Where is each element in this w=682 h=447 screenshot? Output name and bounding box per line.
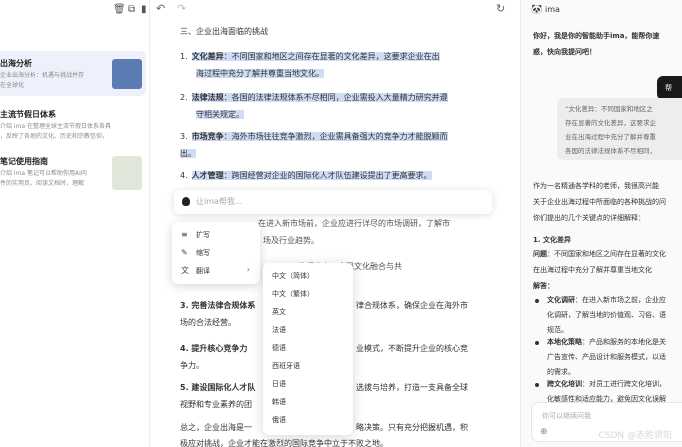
collapse-icon[interactable]: ▮	[141, 4, 147, 16]
answer-line: 作为一名精通各学科的老师，我很高兴能	[533, 182, 659, 190]
note-thumbnail	[112, 59, 142, 89]
answer-line: 在出海过程中充分了解并尊重当地文化	[533, 266, 652, 274]
note-card[interactable]: 主流节假日体系 介绍 ima 在整理全球主流节假日体系各具 ，反映了各地的文化、…	[0, 104, 146, 146]
note-snippet: 企业出海分析：机遇与挑战并存	[0, 72, 85, 79]
note-editor: ↶ ↷ ↻ 三、企业出海面临的挑战 1. 文化差异：不同国家和地区之间存在显著的文…	[150, 0, 520, 447]
list-item-cont: 海过程中充分了解并尊重当地文化。	[196, 69, 324, 78]
answer-bullet-cont: 广告宣传、产品设计和服务模式，以适	[547, 353, 666, 361]
chat-input-placeholder: 你可以继续问我	[542, 412, 591, 420]
translate-icon: 文	[181, 266, 189, 275]
menu-item-shorten[interactable]: ✎ 缩写	[172, 244, 260, 262]
panda-logo-icon: 🐼	[531, 5, 543, 15]
language-option[interactable]: 日语	[263, 375, 353, 393]
language-option[interactable]: 西班牙语	[263, 357, 353, 375]
note-title: 笔记使用指南	[0, 157, 48, 166]
trash-icon[interactable]: 🗑	[113, 4, 126, 16]
language-submenu: 中文（简体） 中文（繁体） 英文 法语 德语 西班牙语 日语 韩语 俄语	[263, 263, 353, 435]
quoted-text: “文化差异：不同国家和地区之 存在显著的文化差异，这要求企 业在出海过程中充分了…	[557, 98, 682, 160]
list-item-rest: 业模式，不断提升企业的核心竞	[356, 344, 468, 353]
answer-bullet: 文化调研：在进入新市场之前，企业应	[547, 296, 666, 304]
answer-line: 你们提出的几个关键点的详细解释：	[533, 214, 645, 222]
language-option[interactable]: 德语	[263, 339, 353, 357]
language-option[interactable]: 英文	[263, 303, 353, 321]
note-snippet: ，反映了各地的文化、历史和宗教信仰，	[0, 133, 109, 140]
attach-icon[interactable]: ⊕	[540, 427, 548, 437]
ai-prompt-placeholder: 让ima帮我...	[196, 197, 243, 206]
refresh-icon[interactable]: ↻	[496, 3, 505, 15]
list-item-cont: 争力。	[180, 361, 204, 370]
list-item: 4. 人才管理：跨国经营对企业的国际化人才队伍建设提出了更高要求。	[180, 171, 432, 180]
paragraph-fragment: 场及行业趋势。	[263, 236, 319, 245]
ima-logo-icon	[182, 197, 190, 206]
user-message-bubble: 帮	[657, 76, 682, 100]
note-thumbnail	[112, 156, 142, 190]
copy-icon[interactable]: ⧉	[128, 4, 135, 16]
note-title: 主流节假日体系	[0, 110, 56, 119]
list-item-cont: 出。	[180, 149, 196, 158]
note-snippet: 介绍 ima 在整理全球主流节假日体系各具	[0, 123, 112, 130]
bullet-dot	[535, 341, 539, 345]
note-snippet: 件的实用页、阅读文档时、理解	[0, 180, 85, 187]
menu-item-translate[interactable]: 文 翻译 ›	[172, 262, 260, 280]
greeting-line: 惑，快向我提问吧！	[533, 48, 596, 56]
menu-item-expand[interactable]: ≡ 扩写	[172, 226, 260, 244]
answer-bullet: 本地化策略：产品和服务的本地化是关	[547, 338, 666, 346]
chevron-right-icon: ›	[246, 265, 250, 274]
assistant-panel: 🐼 ima 你好，我是你的智能助手ima，能帮你速 惑，快向我提问吧！ 帮 “文…	[520, 0, 682, 447]
watermark: CSDN @赤胜骄阳	[598, 431, 672, 441]
ai-prompt-box[interactable]: 让ima帮我...	[174, 190, 492, 214]
list-item-cont: 场的合法经营。	[180, 318, 236, 327]
note-snippet: 介绍 ima 笔记可以帮助你用AI问	[0, 170, 87, 177]
assistant-brand: ima	[545, 5, 560, 14]
answer-line: 问题：不同国家和地区之间存在显著的文化	[533, 250, 666, 258]
ai-action-menu: ≡ 扩写 ✎ 缩写 文 翻译 ›	[172, 222, 260, 284]
answer-line: 关于企业出海过程中所面临的各种挑战的问	[533, 198, 666, 206]
greeting-line: 你好，我是你的智能助手ima，能帮你速	[533, 32, 660, 40]
undo-icon[interactable]: ↶	[156, 3, 165, 15]
notes-sidebar: 🗑 ⧉ ▮ 出海分析 企业出海分析：机遇与挑战并存 在全球化 主流节假日体系 介…	[0, 0, 150, 447]
shorten-text-icon: ✎	[181, 248, 188, 257]
note-title: 出海分析	[0, 59, 32, 68]
answer-bullet-cont: 化调研，了解当地的价值观、习俗、语	[547, 311, 666, 319]
list-item-cont: 视野和专业素养的团	[180, 400, 252, 409]
note-card[interactable]: 笔记使用指南 介绍 ima 笔记可以帮助你用AI问 件的实用页、阅读文档时、理解	[0, 152, 146, 194]
note-snippet: 在全球化	[0, 82, 25, 89]
note-card[interactable]: 出海分析 企业出海分析：机遇与挑战并存 在全球化	[0, 51, 146, 96]
language-option[interactable]: 韩语	[263, 393, 353, 411]
language-option[interactable]: 俄语	[263, 411, 353, 429]
language-option[interactable]: 法语	[263, 321, 353, 339]
list-item-rest: 律合规体系，确保企业在海外市	[356, 301, 468, 310]
bullet-dot	[535, 383, 539, 387]
expand-text-icon: ≡	[181, 230, 188, 239]
list-item-rest: 选拔与培养，打造一支具备全球	[356, 383, 468, 392]
bullet-dot	[535, 299, 539, 303]
redo-icon[interactable]: ↷	[177, 3, 186, 15]
summary-paragraph: 极应对挑战，企业才能在激烈的国际竞争中立于不败之地。	[180, 439, 388, 447]
language-option[interactable]: 中文（繁体）	[263, 285, 353, 303]
section-heading: 三、企业出海面临的挑战	[180, 27, 268, 36]
answer-bullet: 跨文化培训：对员工进行跨文化培训，	[547, 380, 666, 388]
list-item-cont: 守相关规定。	[196, 110, 244, 119]
language-option[interactable]: 中文（简体）	[263, 267, 353, 285]
